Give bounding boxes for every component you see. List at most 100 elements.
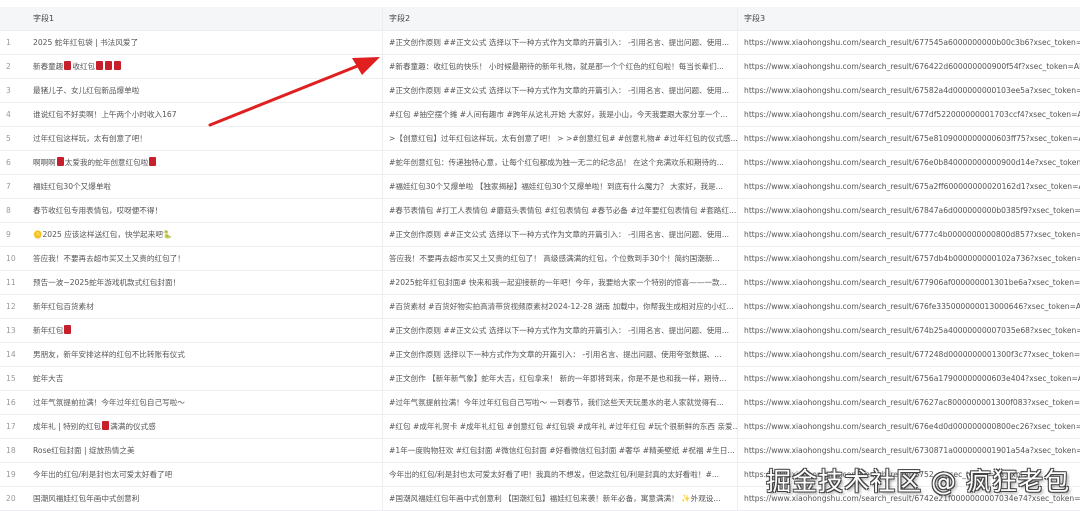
table-row[interactable]: 11 预告一波~2025蛇年游戏机款式红包封面！ #2025蛇年红包封面# 快来和我…: [0, 271, 1080, 295]
table-row[interactable]: 18 Rose红包封面 | 绽放热情之美 #1年一度购物狂欢 #红包封面 #微信红包…: [0, 439, 1080, 463]
row-index: 4: [6, 110, 11, 119]
cell-field2[interactable]: 今年出的红包/利是封也太可爱太好看了吧！我真的不想发，但这款红包/利是封真的太好…: [382, 463, 737, 486]
cell-field1[interactable]: 预告一波~2025蛇年游戏机款式红包封面！: [33, 277, 382, 288]
cell-field1[interactable]: 成年礼 | 特别的红包 满满的仪式感: [33, 421, 382, 432]
red-envelope-icon: [64, 61, 72, 70]
column-header-field2[interactable]: 字段2: [382, 7, 737, 30]
column-header-field1[interactable]: 字段1: [33, 13, 382, 24]
cell-field1[interactable]: 最猪儿子、女儿红包新品爆单啦: [33, 85, 382, 96]
cell-field3[interactable]: https://www.xiaohongshu.com/search_resul…: [737, 55, 1080, 78]
cell-field1[interactable]: 蛇年大吉: [33, 373, 382, 384]
cell-field2[interactable]: 答应我！不要再去超市买又土又贵的红包了！ 高级感满满的红包，个位数到手30个！简…: [382, 247, 737, 270]
table-row[interactable]: 2 新春童趣 收红包 #新春童趣：收红包的快乐！ 小时候最期待的新年礼物，就是那一个个…: [0, 55, 1080, 79]
table-row[interactable]: 15 蛇年大吉 #正文创作 【新年新气象】蛇年大吉，红包拿来！ 新的一年即将到来，你…: [0, 367, 1080, 391]
table-row[interactable]: 17 成年礼 | 特别的红包 满满的仪式感 #红包 #成年礼贺卡 #成年礼红包 #创意…: [0, 415, 1080, 439]
table-row[interactable]: 5 过年红包这样玩，太有创意了吧！ >【创意红包】过年红包这样玩，太有创意了吧！ >…: [0, 127, 1080, 151]
cell-field3[interactable]: https://www.xiaohongshu.com/search_resul…: [737, 271, 1080, 294]
cell-field1[interactable]: 国潮风福娃红包年画中式创意利: [33, 493, 382, 504]
cell-field2[interactable]: #正文创作原则 ##正文公式 选择以下一种方式作为文章的开篇引入： -引用名言、…: [382, 223, 737, 246]
cell-field2[interactable]: #新春童趣：收红包的快乐！ 小时候最期待的新年礼物，就是那一个个红色的红包啦！每…: [382, 55, 737, 78]
cell-field3[interactable]: https://www.xiaohongshu.com/search_resul…: [737, 439, 1080, 462]
cell-field1[interactable]: 春节收红包专用表情包，哎呀便不得！: [33, 205, 382, 216]
table-row[interactable]: 13 新年红包 #正文创作原则 ##正文公式 选择以下一种方式作为文章的开篇引入： …: [0, 319, 1080, 343]
cell-field3[interactable]: https://www.xiaohongshu.com/search_resul…: [737, 295, 1080, 318]
cell-field1[interactable]: 答应我！不要再去超市买又土又贵的红包了！: [33, 253, 382, 264]
table-row[interactable]: 14 男朋友，新年安排这样的红包不比转账有仪式 #正文创作原则 选择以下一种方式作为…: [0, 343, 1080, 367]
row-index: 1: [6, 38, 11, 47]
table-row[interactable]: 16 过年气氛提前拉满！今年过年红包自己写啦～ #过年气氛提前拉满！今年过年红包自己…: [0, 391, 1080, 415]
cell-field3[interactable]: https://www.xiaohongshu.com/search_resul…: [737, 199, 1080, 222]
cell-field1[interactable]: 新年红包: [33, 325, 382, 336]
table-header: 字段1 字段2 字段3: [0, 7, 1080, 31]
cell-field1[interactable]: 2025 蛇年红包袋 | 书法风爱了: [33, 37, 382, 48]
cell-field1[interactable]: 福娃红包30个又爆单啦: [33, 181, 382, 192]
cell-field2[interactable]: #1年一度购物狂欢 #红包封面 #微信红包封面 #好看微信红包封面 #奢华 #精…: [382, 439, 737, 462]
cell-field3[interactable]: https://www.xiaohongshu.com/search_resul…: [737, 343, 1080, 366]
row-index: 10: [6, 254, 16, 263]
table-row[interactable]: 12 新年红包百货素材 #百货素材 #百货好物实拍高清带货视频原素材2024-12-…: [0, 295, 1080, 319]
cell-field2[interactable]: #国潮风福娃红包年画中式创意利 【国潮红包】福娃红包来袭！新年必备，寓意满满！ …: [382, 487, 737, 510]
cell-field2[interactable]: #正文创作原则 选择以下一种方式作为文章的开篇引入： -引用名言、提出问题、使用…: [382, 343, 737, 366]
watermark: 掘金技术社区 @ 疯狂老包: [766, 467, 1070, 496]
red-envelope-icon: [114, 61, 122, 70]
table-row[interactable]: 8 春节收红包专用表情包，哎呀便不得！ #春节表情包 #打工人表情包 #蘑菇头表情包…: [0, 199, 1080, 223]
cell-field1[interactable]: 🪙2025 应该这样送红包，快学起来吧🐍: [33, 229, 382, 240]
row-index: 9: [6, 230, 11, 239]
row-index: 14: [6, 350, 16, 359]
cell-field2[interactable]: #正文创作原则 ##正文公式 选择以下一种方式作为文章的开篇引入： -引用名言、…: [382, 79, 737, 102]
cell-field2[interactable]: #红包 #抽空摆个摊 #人间有趣市 #跨年从这礼开始 大家好，我是小山，今天我要…: [382, 103, 737, 126]
cell-field1[interactable]: 过年气氛提前拉满！今年过年红包自己写啦～: [33, 397, 382, 408]
cell-field2[interactable]: #百货素材 #百货好物实拍高清带货视频原素材2024-12-28 湖南 加载中，…: [382, 295, 737, 318]
cell-field1[interactable]: 过年红包这样玩，太有创意了吧！: [33, 133, 382, 144]
row-index: 5: [6, 134, 11, 143]
table-row[interactable]: 6 啊啊啊 太爱我的蛇年创意红包啦 #蛇年创意红包：传递独特心意，让每个红包都成为独一…: [0, 151, 1080, 175]
table-row[interactable]: 3 最猪儿子、女儿红包新品爆单啦 #正文创作原则 ##正文公式 选择以下一种方式作为…: [0, 79, 1080, 103]
cell-field3[interactable]: https://www.xiaohongshu.com/search_resul…: [737, 79, 1080, 102]
cell-field1[interactable]: 今年出的红包/利是封也太可爱太好看了吧: [33, 469, 382, 480]
red-envelope-icon: [96, 61, 104, 70]
table-row[interactable]: 1 2025 蛇年红包袋 | 书法风爱了 #正文创作原则 ##正文公式 选择以下一种…: [0, 31, 1080, 55]
table-row[interactable]: 9 🪙2025 应该这样送红包，快学起来吧🐍 #正文创作原则 ##正文公式 选择以下…: [0, 223, 1080, 247]
row-index: 6: [6, 158, 11, 167]
cell-field2[interactable]: #正文创作原则 ##正文公式 选择以下一种方式作为文章的开篇引入： -引用名言、…: [382, 31, 737, 54]
cell-field3[interactable]: https://www.xiaohongshu.com/search_resul…: [737, 415, 1080, 438]
row-index: 8: [6, 206, 11, 215]
red-envelope-icon: [56, 157, 64, 166]
cell-field2[interactable]: >【创意红包】过年红包这样玩，太有创意了吧！ > >#创意红包# #创意礼物# …: [382, 127, 737, 150]
row-index: 11: [6, 278, 16, 287]
data-table: 字段1 字段2 字段3 1 2025 蛇年红包袋 | 书法风爱了 #正文创作原则 #…: [0, 7, 1080, 511]
cell-field3[interactable]: https://www.xiaohongshu.com/search_resul…: [737, 223, 1080, 246]
cell-field3[interactable]: https://www.xiaohongshu.com/search_resul…: [737, 367, 1080, 390]
row-index: 3: [6, 86, 11, 95]
cell-field2[interactable]: #蛇年创意红包：传递独特心意，让每个红包都成为独一无二的纪念品！ 在这个充满欢乐…: [382, 151, 737, 174]
cell-field3[interactable]: https://www.xiaohongshu.com/search_resul…: [737, 103, 1080, 126]
cell-field1[interactable]: 谁说红包不好卖啊！上午两个小时收入167: [33, 109, 382, 120]
cell-field3[interactable]: https://www.xiaohongshu.com/search_resul…: [737, 127, 1080, 150]
cell-field3[interactable]: https://www.xiaohongshu.com/search_resul…: [737, 151, 1080, 174]
cell-field3[interactable]: https://www.xiaohongshu.com/search_resul…: [737, 247, 1080, 270]
cell-field2[interactable]: #过年气氛提前拉满！今年过年红包自己写啦～ 一到春节，我们这些天天玩墨水的老人家…: [382, 391, 737, 414]
cell-field2[interactable]: #春节表情包 #打工人表情包 #蘑菇头表情包 #红包表情包 #春节必备 #过年要…: [382, 199, 737, 222]
cell-field3[interactable]: https://www.xiaohongshu.com/search_resul…: [737, 391, 1080, 414]
cell-field2[interactable]: #正文创作原则 ##正文公式 选择以下一种方式作为文章的开篇引入： -引用名言、…: [382, 319, 737, 342]
cell-field1[interactable]: Rose红包封面 | 绽放热情之美: [33, 445, 382, 456]
table-row[interactable]: 4 谁说红包不好卖啊！上午两个小时收入167 #红包 #抽空摆个摊 #人间有趣市 #…: [0, 103, 1080, 127]
column-header-field3[interactable]: 字段3: [737, 7, 1080, 30]
red-envelope-icon: [149, 157, 157, 166]
cell-field2[interactable]: #红包 #成年礼贺卡 #成年礼红包 #创意红包 #红包袋 #成年礼 #过年红包 …: [382, 415, 737, 438]
cell-field3[interactable]: https://www.xiaohongshu.com/search_resul…: [737, 175, 1080, 198]
cell-field2[interactable]: #2025蛇年红包封面# 快来和我一起迎接新的一年吧！今年，我要给大家一个特别的…: [382, 271, 737, 294]
cell-field2[interactable]: #正文创作 【新年新气象】蛇年大吉，红包拿来！ 新的一年即将到来，你是不是也和我…: [382, 367, 737, 390]
cell-field1[interactable]: 男朋友，新年安排这样的红包不比转账有仪式: [33, 349, 382, 360]
cell-field2[interactable]: #福娃红包30个又爆单啦 【独家揭秘】福娃红包30个又爆单啦！到底有什么魔力？ …: [382, 175, 737, 198]
cell-field1[interactable]: 啊啊啊 太爱我的蛇年创意红包啦: [33, 157, 382, 168]
cell-field3[interactable]: https://www.xiaohongshu.com/search_resul…: [737, 31, 1080, 54]
cell-field1[interactable]: 新春童趣 收红包: [33, 61, 382, 72]
table-row[interactable]: 7 福娃红包30个又爆单啦 #福娃红包30个又爆单啦 【独家揭秘】福娃红包30个又爆…: [0, 175, 1080, 199]
row-index: 7: [6, 182, 11, 191]
cell-field3[interactable]: https://www.xiaohongshu.com/search_resul…: [737, 319, 1080, 342]
cell-field1[interactable]: 新年红包百货素材: [33, 301, 382, 312]
row-index: 16: [6, 398, 16, 407]
row-index: 12: [6, 302, 16, 311]
table-row[interactable]: 10 答应我！不要再去超市买又土又贵的红包了！ 答应我！不要再去超市买又土又贵的红包…: [0, 247, 1080, 271]
